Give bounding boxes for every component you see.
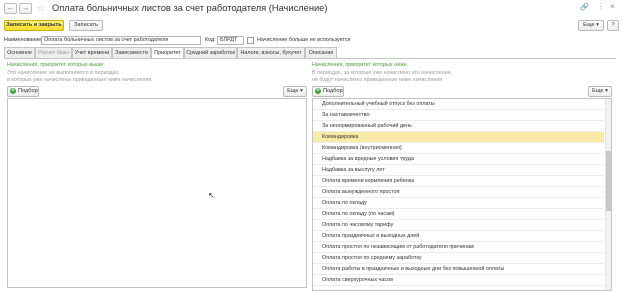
back-arrow-icon: ← [7, 5, 14, 12]
list-item[interactable]: Оплата сверхурочных часов [313, 275, 604, 286]
name-field[interactable]: Оплата больничных листов за счет работод… [41, 36, 201, 45]
forward-arrow-icon: → [22, 5, 29, 12]
tab-taxes-contributions[interactable]: Налоги, взносы, бухучет [237, 47, 305, 58]
help-button[interactable]: ? [607, 20, 619, 31]
forward-button[interactable]: → [19, 3, 32, 14]
chevron-down-icon: ▾ [605, 88, 608, 94]
right-list[interactable]: Оплата сверхурочных часов Оплата работы в… [312, 98, 612, 291]
left-panel-heading: Начисления, приоритет которых выше [7, 62, 104, 68]
back-button[interactable]: ← [4, 3, 17, 14]
link-icon[interactable]: 🔗 [580, 3, 589, 11]
tab-dependencies[interactable]: Зависимости [112, 47, 151, 58]
save-button[interactable]: Записать [69, 20, 103, 31]
name-label: Наименование: [4, 37, 43, 43]
list-item[interactable]: Оплата вынужденного простоя [313, 187, 604, 198]
left-more-label: Еще [287, 88, 299, 94]
left-panel-hint-1: Это начисление не выполняется в периодах… [7, 70, 120, 76]
star-icon[interactable]: ☆ [37, 3, 45, 14]
scrollbar[interactable] [605, 99, 611, 290]
tab-time-accounting[interactable]: Учет времени [72, 47, 112, 58]
right-add-button[interactable]: + Подбор [312, 86, 344, 97]
list-item[interactable]: Оплата простоя по независящим от работод… [313, 242, 604, 253]
unused-checkbox-label: Начисление больше не используется [257, 37, 351, 43]
list-item[interactable]: Оплата по окладу [313, 198, 604, 209]
code-field[interactable]: БЛРДТ [217, 36, 244, 45]
list-item[interactable]: Дополнительный учебный отпуск без оплаты [313, 99, 604, 110]
list-item[interactable]: Оплата по окладу (по часам) [313, 209, 604, 220]
list-item[interactable]: Оплата времени кормления ребенка [313, 176, 604, 187]
tab-average-earnings[interactable]: Средний заработок [184, 47, 237, 58]
chevron-down-icon: ▾ [596, 22, 599, 28]
list-item[interactable]: Надбавка за вредные условия труда [313, 154, 604, 165]
more-vertical-icon[interactable]: ⋮ [597, 2, 605, 11]
list-item[interactable]: Командировка [313, 132, 604, 143]
tab-description[interactable]: Описание [305, 47, 337, 58]
right-panel-hint-1: В периодах, за которые уже начислено это… [312, 70, 453, 76]
list-item[interactable]: Надбавка за выслугу лет [313, 165, 604, 176]
left-add-button[interactable]: + Подбор [7, 86, 39, 97]
close-icon[interactable]: × [610, 2, 615, 11]
tab-main[interactable]: Основное [4, 47, 35, 58]
right-panel-heading: Начисления, приоритет которых ниже [312, 62, 407, 68]
list-item[interactable]: Оплата праздничных и выходных дней [313, 231, 604, 242]
code-label: Код: [205, 37, 216, 43]
right-panel-hint-2: не будут начислены приведенные ниже начи… [312, 77, 443, 83]
left-more-button[interactable]: Еще ▾ [283, 86, 307, 97]
left-panel-hint-2: в которых уже начислены приведенные ниже… [7, 77, 152, 83]
list-item[interactable]: Оплата работы в праздничные и выходные д… [313, 264, 604, 275]
more-button[interactable]: Еще ▾ [578, 20, 604, 31]
more-button-label: Еще [583, 22, 595, 28]
list-item[interactable]: За ненормированный рабочий день [313, 121, 604, 132]
list-item[interactable]: За наставничество [313, 110, 604, 121]
save-and-close-button[interactable]: Записать и закрыть [4, 20, 64, 31]
left-add-label: Подбор [18, 88, 38, 94]
mouse-cursor-icon: ↖ [208, 191, 215, 200]
list-item[interactable]: Оплата простоя по среднему заработку [313, 253, 604, 264]
chevron-down-icon: ▾ [300, 88, 303, 94]
plus-icon: + [315, 87, 321, 94]
plus-icon: + [10, 87, 16, 94]
unused-checkbox[interactable] [247, 37, 254, 44]
scrollbar-thumb[interactable] [606, 151, 611, 211]
right-more-button[interactable]: Еще ▾ [588, 86, 612, 97]
tabs-divider [4, 58, 616, 59]
right-add-label: Подбор [323, 88, 343, 94]
list-item[interactable]: Командировка (внутрисменная) [313, 143, 604, 154]
left-list[interactable] [7, 98, 307, 288]
list-item[interactable]: Оплата по часовому тарифу [313, 220, 604, 231]
tab-base-calculation[interactable]: Расчет базы [35, 47, 72, 58]
right-more-label: Еще [592, 88, 604, 94]
window-title: Оплата больничных листов за счет работод… [52, 3, 328, 13]
